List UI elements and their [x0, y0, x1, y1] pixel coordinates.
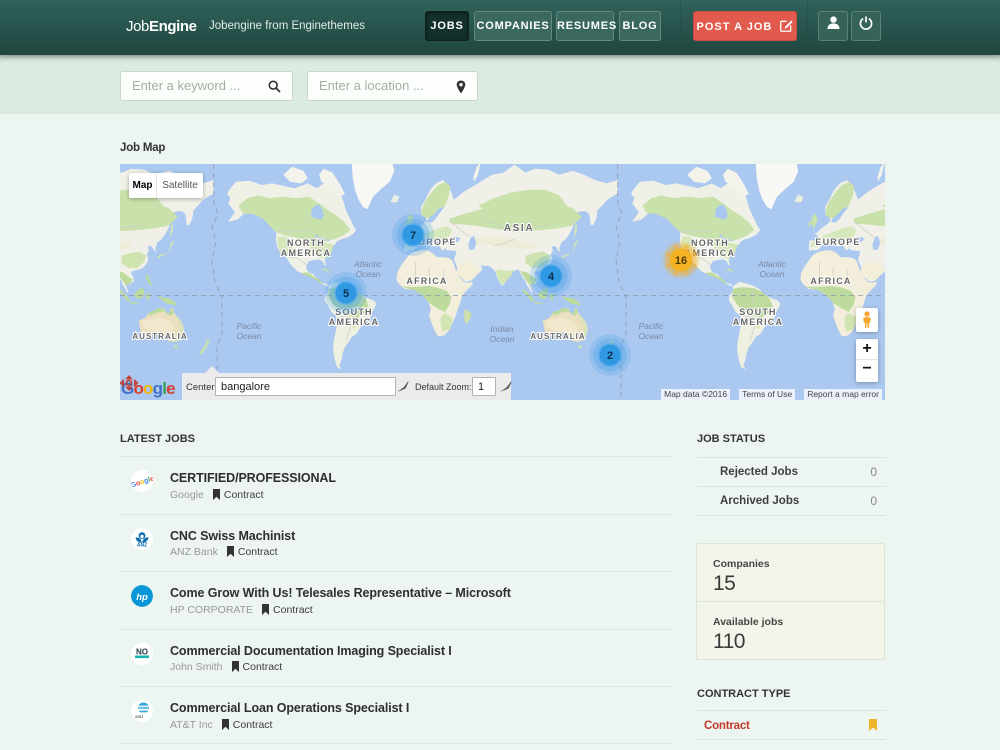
svg-text:NORTH: NORTH — [691, 238, 729, 248]
svg-text:at&t: at&t — [135, 714, 144, 719]
svg-text:AMERICA: AMERICA — [329, 317, 379, 327]
svg-text:Ocean: Ocean — [638, 331, 663, 341]
svg-text:AFRICA: AFRICA — [810, 276, 851, 286]
svg-text:NORTH: NORTH — [287, 238, 325, 248]
svg-text:Ocean: Ocean — [489, 334, 514, 344]
svg-text:EUROPE: EUROPE — [815, 237, 860, 247]
svg-text:16: 16 — [675, 255, 687, 267]
svg-text:ANZ: ANZ — [137, 542, 147, 548]
svg-text:AFRICA: AFRICA — [406, 276, 447, 286]
svg-text:AUSTRALIA: AUSTRALIA — [132, 332, 187, 341]
svg-text:Indian: Indian — [490, 324, 513, 334]
svg-text:SOUTH: SOUTH — [739, 307, 777, 317]
svg-text:NO: NO — [136, 647, 148, 656]
svg-text:2: 2 — [607, 350, 613, 362]
svg-text:Atlantic: Atlantic — [757, 259, 787, 269]
svg-text:hp: hp — [136, 592, 148, 603]
svg-text:AMERICA: AMERICA — [733, 317, 783, 327]
svg-text:AMERICA: AMERICA — [281, 248, 331, 258]
svg-text:Atlantic: Atlantic — [353, 259, 383, 269]
svg-text:ASIA: ASIA — [504, 223, 534, 234]
svg-text:Pacific: Pacific — [638, 321, 664, 331]
svg-text:Ocean: Ocean — [759, 269, 784, 279]
svg-text:AUSTRALIA: AUSTRALIA — [530, 332, 585, 341]
svg-text:4: 4 — [548, 271, 555, 283]
svg-text:7: 7 — [410, 230, 416, 242]
svg-text:5: 5 — [343, 288, 349, 300]
svg-text:Ocean: Ocean — [236, 331, 261, 341]
svg-text:Pacific: Pacific — [236, 321, 262, 331]
